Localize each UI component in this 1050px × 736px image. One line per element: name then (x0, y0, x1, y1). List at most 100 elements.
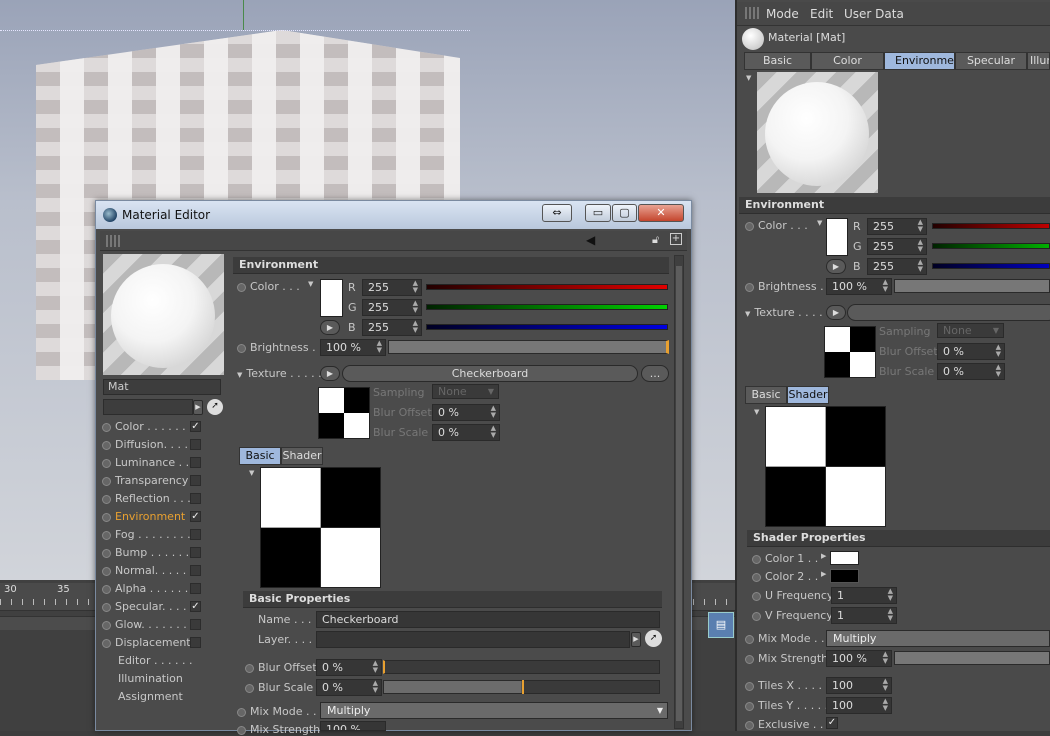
r-slider[interactable] (426, 284, 668, 290)
b-slider[interactable] (426, 324, 668, 330)
blur-scale-input[interactable]: 0 % ▲ ▼ (316, 679, 382, 696)
texture-shader-button[interactable]: Checkerboard (342, 365, 638, 382)
channel-checkbox[interactable] (190, 493, 201, 504)
keyframe-dot-icon[interactable] (102, 476, 111, 486)
keyframe-dot-icon[interactable] (237, 725, 246, 735)
channel-checkbox[interactable] (190, 637, 201, 648)
window-titlebar[interactable]: Material Editor ⇔ ▭ ▢ ✕ (96, 201, 691, 229)
channel-editor[interactable]: Editor . . . . . . (102, 652, 224, 670)
channel-fog[interactable]: Fog . . . . . . . . (102, 526, 224, 544)
film-icon[interactable]: ▤ (708, 612, 734, 638)
layer-field[interactable] (103, 399, 193, 415)
channel-checkbox[interactable] (190, 529, 201, 540)
swap-button[interactable]: ⇔ (542, 204, 572, 222)
channel-illumination[interactable]: Illumination (102, 670, 224, 688)
texture-shader-button[interactable] (847, 304, 1050, 321)
brightness-input[interactable]: 100 % ▲ ▼ (320, 339, 386, 356)
keyframe-dot-icon[interactable] (102, 494, 111, 504)
channel-transparency[interactable]: Transparency (102, 472, 224, 490)
channel-checkbox[interactable] (190, 457, 201, 468)
pick-arrow-icon[interactable]: ➚ (207, 399, 223, 415)
exclusive-checkbox[interactable]: ✓ (826, 717, 838, 729)
texture-preview[interactable] (318, 387, 370, 439)
blur-offset-input[interactable]: 0 % ▲ ▼ (316, 659, 382, 676)
shader-name-input[interactable]: Checkerboard (316, 611, 660, 628)
mix-mode-dropdown[interactable]: Multiply (826, 630, 1050, 647)
tab-color[interactable]: Color (811, 52, 884, 70)
keyframe-dot-icon[interactable] (245, 683, 254, 693)
mix-strength-input[interactable]: 100 % ▲ ▼ (826, 650, 892, 667)
channel-checkbox[interactable]: ✓ (190, 511, 201, 522)
menu-user-data[interactable]: User Data (844, 7, 904, 21)
color2-swatch[interactable] (830, 569, 859, 583)
layer-menu-button[interactable]: ▶ (193, 400, 203, 415)
layer-input[interactable] (316, 631, 630, 648)
menu-mode[interactable]: Mode (766, 7, 799, 21)
keyframe-dot-icon[interactable] (102, 566, 111, 576)
keyframe-dot-icon[interactable] (237, 707, 246, 717)
keyframe-dot-icon[interactable] (102, 620, 111, 630)
blur-scale-input[interactable]: 0 % ▲ ▼ (937, 363, 1005, 380)
keyframe-dot-icon[interactable] (237, 343, 246, 353)
keyframe-dot-icon[interactable] (752, 572, 761, 582)
color-swatch[interactable] (320, 279, 343, 317)
texture-more-button[interactable]: ... (641, 365, 669, 382)
mix-mode-dropdown[interactable]: Multiply ▼ (320, 702, 668, 719)
subtab-basic[interactable]: Basic (239, 447, 281, 465)
tiles-x-input[interactable]: 100 ▲ ▼ (826, 677, 892, 694)
g-slider[interactable] (932, 243, 1050, 249)
channel-normal[interactable]: Normal. . . . . . (102, 562, 224, 580)
b-value-input[interactable]: 255 ▲ ▼ (867, 258, 927, 275)
shader-preview[interactable] (260, 467, 381, 588)
g-value-input[interactable]: 255 ▲ ▼ (867, 238, 927, 255)
keyframe-dot-icon[interactable] (745, 634, 754, 644)
tiles-y-input[interactable]: 100 ▲ ▼ (826, 697, 892, 714)
material-name-field[interactable]: Mat (103, 379, 221, 395)
channel-checkbox[interactable]: ✓ (190, 601, 201, 612)
channel-bump[interactable]: Bump . . . . . . (102, 544, 224, 562)
material-preview[interactable] (757, 72, 878, 193)
u-frequency-input[interactable]: 1 ▲ ▼ (831, 587, 897, 604)
r-value-input[interactable]: 255 ▲ ▼ (362, 279, 422, 296)
pick-arrow-icon[interactable]: ➚ (645, 630, 662, 647)
lock-icon[interactable]: 🔓︎ (652, 233, 659, 247)
expand-arrow-icon[interactable]: ▶ (821, 552, 826, 560)
channel-checkbox[interactable] (190, 583, 201, 594)
keyframe-dot-icon[interactable] (102, 512, 111, 522)
tab-environment[interactable]: Environment (884, 52, 965, 70)
keyframe-dot-icon[interactable] (102, 584, 111, 594)
keyframe-dot-icon[interactable] (745, 221, 754, 231)
close-button[interactable]: ✕ (638, 204, 684, 222)
channel-checkbox[interactable] (190, 439, 201, 450)
keyframe-dot-icon[interactable] (102, 530, 111, 540)
minimize-button[interactable]: ▭ (585, 204, 611, 222)
channel-assignment[interactable]: Assignment (102, 688, 224, 706)
keyframe-dot-icon[interactable] (102, 602, 111, 612)
channel-diffusion[interactable]: Diffusion. . . . (102, 436, 224, 454)
channel-checkbox[interactable] (190, 619, 201, 630)
color-swatch[interactable] (826, 218, 848, 256)
grip-icon[interactable] (106, 235, 120, 247)
r-value-input[interactable]: 255 ▲ ▼ (867, 218, 927, 235)
keyframe-dot-icon[interactable] (745, 720, 754, 730)
texture-menu-button[interactable]: ▶ (320, 366, 340, 381)
color1-swatch[interactable] (830, 551, 859, 565)
brightness-slider[interactable] (388, 340, 669, 354)
keyframe-dot-icon[interactable] (745, 701, 754, 711)
blur-offset-slider[interactable] (383, 660, 660, 674)
back-arrow-icon[interactable]: ◀ (586, 233, 595, 247)
keyframe-dot-icon[interactable] (745, 282, 754, 292)
collapse-arrow-icon[interactable]: ▼ (249, 469, 254, 477)
subtab-basic[interactable]: Basic (745, 386, 787, 404)
blur-offset-input[interactable]: 0 % ▲ ▼ (432, 404, 500, 421)
sampling-dropdown[interactable]: None ▼ (432, 384, 499, 399)
b-value-input[interactable]: 255 ▲ ▼ (362, 319, 422, 336)
v-frequency-input[interactable]: 1 ▲ ▼ (831, 607, 897, 624)
keyframe-dot-icon[interactable] (102, 458, 111, 468)
brightness-slider[interactable] (894, 279, 1050, 293)
channel-reflection[interactable]: Reflection . . . (102, 490, 224, 508)
keyframe-dot-icon[interactable] (752, 554, 761, 564)
sampling-dropdown[interactable]: None ▼ (937, 323, 1004, 338)
brightness-input[interactable]: 100 % ▲ ▼ (826, 278, 892, 295)
channel-checkbox[interactable] (190, 475, 201, 486)
